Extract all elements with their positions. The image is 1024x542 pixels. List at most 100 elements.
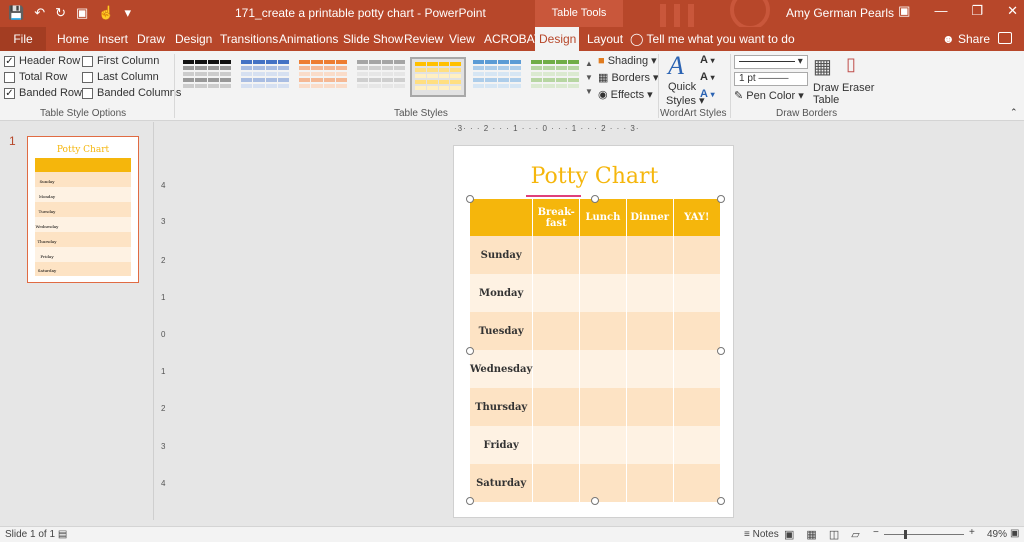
tab-slide-show[interactable]: Slide Show [339, 27, 407, 51]
scroll-up-icon[interactable]: ▲ [584, 57, 594, 71]
draw-table-button[interactable]: Draw [813, 82, 839, 94]
day-cell[interactable]: Friday [470, 426, 534, 464]
zoom-slider[interactable] [884, 534, 964, 535]
tab-table-layout[interactable]: Layout [583, 27, 627, 51]
day-cell[interactable]: Monday [470, 274, 534, 312]
shading-button[interactable]: ■ Shading ▾ [598, 54, 657, 67]
banded-rows-checkbox[interactable]: ✓ Banded Rows [4, 87, 88, 99]
horizontal-ruler[interactable]: ·3· · · 2 · · · 1 · · · 0 · · · 1 · · · … [454, 124, 734, 134]
header-cell-breakfast[interactable]: Break- fast [532, 199, 581, 236]
table-style-gray[interactable] [354, 57, 408, 97]
header-cell-lunch[interactable]: Lunch [579, 199, 627, 236]
quick-styles-button[interactable]: Quick [668, 81, 696, 93]
day-cell[interactable]: Saturday [470, 464, 534, 502]
header-row-checkbox[interactable]: ✓ Header Row [4, 55, 80, 67]
slide-sorter-icon[interactable]: ▦ [806, 528, 816, 541]
day-cell[interactable]: Thursday [470, 388, 534, 426]
spellcheck-icon[interactable]: ▤ [58, 529, 67, 540]
pen-weight-dropdown[interactable]: 1 pt ——— [734, 72, 808, 86]
tab-file[interactable]: File [0, 27, 46, 51]
resize-handle-bottom[interactable] [591, 497, 599, 505]
table-style-blue[interactable] [238, 57, 292, 97]
table-row[interactable]: Friday [470, 426, 722, 464]
day-cell[interactable]: Tuesday [470, 312, 534, 350]
total-row-checkbox[interactable]: Total Row [4, 71, 67, 83]
table-row[interactable]: Monday [470, 274, 722, 312]
normal-view-icon[interactable]: ▣ [784, 528, 794, 541]
eraser-icon[interactable]: ▯ [846, 54, 856, 75]
tab-draw[interactable]: Draw [133, 27, 169, 51]
header-cell-empty[interactable] [470, 199, 534, 236]
restore-icon[interactable]: ❐ [971, 3, 983, 19]
gallery-more-icon[interactable]: ▼ [584, 85, 594, 99]
ribbon-display-icon[interactable]: ▣ [898, 3, 910, 19]
zoom-slider-thumb[interactable] [904, 530, 907, 539]
close-icon[interactable]: ✕ [1007, 3, 1018, 19]
slide-thumbnail[interactable]: Potty Chart Sunday Monday Tuesday Wednes… [27, 136, 139, 283]
day-cell[interactable]: Sunday [470, 236, 534, 274]
tab-table-design[interactable]: Design [535, 27, 579, 51]
redo-icon[interactable]: ↻ [55, 4, 66, 22]
comments-icon[interactable] [998, 32, 1012, 44]
undo-icon[interactable]: ↶ [34, 4, 45, 22]
resize-handle-top-right[interactable] [717, 195, 725, 203]
header-cell-yay[interactable]: YAY! [673, 199, 722, 236]
vertical-ruler[interactable]: 4 3 2 1 0 1 2 3 4 [158, 145, 170, 520]
resize-handle-top[interactable] [591, 195, 599, 203]
banded-columns-checkbox[interactable]: Banded Columns [82, 87, 181, 99]
pen-style-dropdown[interactable]: ▾ [734, 55, 808, 69]
gallery-scroll[interactable]: ▲ ▼ ▼ [584, 57, 594, 99]
tab-transitions[interactable]: Transitions [216, 27, 282, 51]
tell-me-search[interactable]: ◯ Tell me what you want to do [630, 27, 795, 51]
zoom-out-icon[interactable]: − [873, 527, 879, 538]
zoom-in-icon[interactable]: + [969, 527, 975, 538]
tab-insert[interactable]: Insert [94, 27, 132, 51]
reading-view-icon[interactable]: ◫ [829, 528, 839, 541]
draw-table-icon[interactable]: ▦ [813, 54, 832, 79]
share-button[interactable]: ☻ Share [942, 27, 990, 51]
text-fill-icon[interactable]: A ▾ [700, 54, 715, 66]
presentation-icon[interactable]: ▣ [76, 4, 88, 22]
zoom-level[interactable]: 49% [987, 529, 1007, 540]
table-style-light-blue[interactable] [470, 57, 524, 97]
header-cell-dinner[interactable]: Dinner [626, 199, 674, 236]
user-name[interactable]: Amy German Pearls [786, 6, 894, 20]
tab-design[interactable]: Design [171, 27, 216, 51]
last-column-checkbox[interactable]: Last Column [82, 71, 159, 83]
eraser-button[interactable]: Eraser [842, 82, 874, 94]
tab-home[interactable]: Home [53, 27, 93, 51]
pen-color-button[interactable]: ✎ Pen Color ▾ [734, 89, 804, 102]
table-style-orange[interactable] [296, 57, 350, 97]
first-column-checkbox[interactable]: First Column [82, 55, 159, 67]
tab-animations[interactable]: Animations [275, 27, 342, 51]
effects-button[interactable]: ◉ Effects ▾ [598, 88, 653, 101]
table-style-black[interactable] [180, 57, 234, 97]
slide-canvas[interactable]: Potty Chart Break- fast Lunch Dinner YAY… [453, 145, 734, 518]
day-cell[interactable]: Wednesday [470, 350, 534, 388]
table-row[interactable]: Sunday [470, 236, 722, 274]
borders-button[interactable]: ▦ Borders ▾ [598, 71, 659, 84]
text-effects-icon[interactable]: A ▾ [700, 88, 715, 100]
fit-slide-icon[interactable]: ▣ [1010, 528, 1019, 539]
table-row[interactable]: Tuesday [470, 312, 722, 350]
slide-title[interactable]: Potty Chart [454, 164, 735, 197]
quick-styles-label[interactable]: Styles ▾ [666, 94, 705, 107]
resize-handle-bottom-left[interactable] [466, 497, 474, 505]
touch-mode-icon[interactable]: ☝ [98, 4, 114, 22]
table-style-gold-selected[interactable] [410, 57, 466, 97]
minimize-icon[interactable]: — [934, 3, 947, 19]
tab-view[interactable]: View [445, 27, 479, 51]
tab-review[interactable]: Review [400, 27, 447, 51]
table-row[interactable]: Wednesday [470, 350, 722, 388]
quick-styles-icon[interactable]: A [668, 51, 684, 81]
table-row[interactable]: Thursday [470, 388, 722, 426]
scroll-down-icon[interactable]: ▼ [584, 71, 594, 85]
collapse-ribbon-icon[interactable]: ⌃ [1010, 107, 1018, 118]
save-icon[interactable]: 💾 [8, 4, 24, 22]
text-outline-icon[interactable]: A ▾ [700, 71, 715, 83]
table-style-green[interactable] [528, 57, 582, 97]
resize-handle-left[interactable] [466, 347, 474, 355]
customize-qat-icon[interactable]: ▾ [124, 4, 131, 22]
resize-handle-right[interactable] [717, 347, 725, 355]
resize-handle-top-left[interactable] [466, 195, 474, 203]
